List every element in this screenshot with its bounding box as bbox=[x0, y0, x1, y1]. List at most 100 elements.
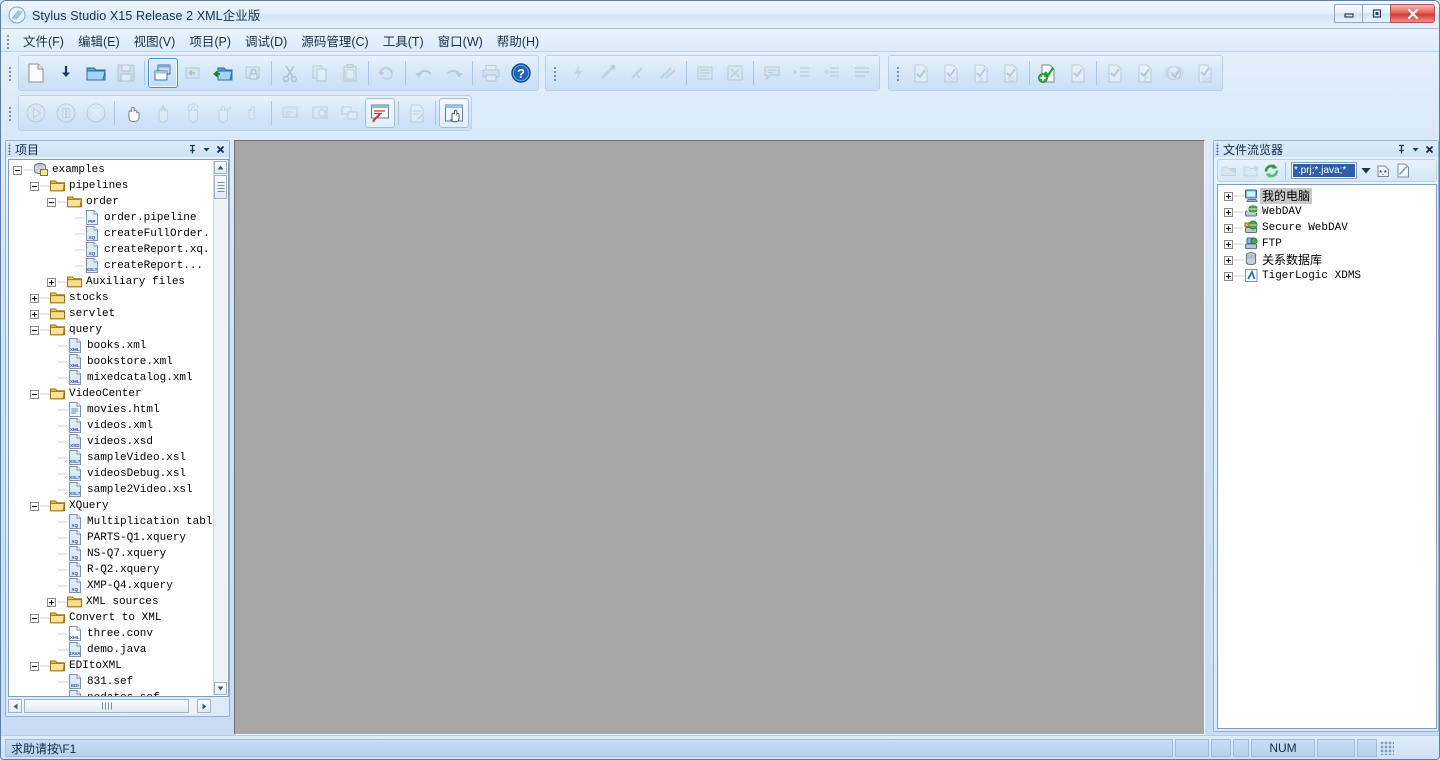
scroll-left-button[interactable] bbox=[8, 699, 22, 713]
project-tree-container[interactable]: examplespipelinesorderPIPorder.pipelineX… bbox=[8, 159, 229, 697]
debug-step-icon[interactable] bbox=[593, 58, 623, 88]
tree-item[interactable]: XQXMP-Q4.xquery bbox=[9, 578, 214, 594]
close-icon[interactable] bbox=[1422, 142, 1436, 156]
collapse-toggle-icon[interactable] bbox=[30, 390, 39, 399]
tree-item[interactable]: order bbox=[9, 194, 214, 210]
collapse-toggle-icon[interactable] bbox=[30, 662, 39, 671]
play-icon[interactable] bbox=[21, 98, 51, 128]
tree-item[interactable]: EDItoXML bbox=[9, 658, 214, 674]
tree-item[interactable]: EDI831.sef bbox=[9, 674, 214, 690]
scroll-up-button[interactable] bbox=[214, 161, 227, 174]
tree-item[interactable]: XSLTsampleVideo.xsl bbox=[9, 450, 214, 466]
new-connection-icon[interactable] bbox=[1218, 161, 1240, 181]
hand-pan-icon[interactable] bbox=[118, 98, 148, 128]
tree-item[interactable]: XMLmixedcatalog.xml bbox=[9, 370, 214, 386]
collapse-toggle-icon[interactable] bbox=[47, 198, 56, 207]
expand-toggle-icon[interactable] bbox=[1224, 192, 1233, 201]
tree-item[interactable]: XMLbooks.xml bbox=[9, 338, 214, 354]
expand-toggle-icon[interactable] bbox=[1224, 224, 1233, 233]
project-tree[interactable]: examplespipelinesorderPIPorder.pipelineX… bbox=[9, 160, 214, 696]
validate-mapping-icon[interactable]: M bbox=[966, 58, 996, 88]
collapse-toggle-icon[interactable] bbox=[13, 166, 22, 175]
chevron-down-icon[interactable] bbox=[199, 142, 213, 156]
tree-item[interactable]: XQuery bbox=[9, 498, 214, 514]
tree-item[interactable]: XQMultiplication tabl bbox=[9, 514, 214, 530]
expand-toggle-icon[interactable] bbox=[1224, 272, 1233, 281]
run-to-cursor-icon[interactable] bbox=[238, 98, 268, 128]
breakpoint-list-icon[interactable] bbox=[690, 58, 720, 88]
check-web-icon[interactable] bbox=[1160, 58, 1190, 88]
collapse-toggle-icon[interactable] bbox=[30, 614, 39, 623]
indent-icon[interactable] bbox=[787, 58, 817, 88]
output-window-icon[interactable] bbox=[275, 98, 305, 128]
window-back-icon[interactable] bbox=[178, 58, 208, 88]
scroll-thumb[interactable] bbox=[214, 175, 227, 199]
toolbar-grip-debug[interactable] bbox=[552, 65, 560, 81]
remove-validated-doc-icon[interactable] bbox=[1063, 58, 1093, 88]
show-all-files-icon[interactable]: *.* bbox=[1373, 161, 1393, 181]
toolbar-grip-validation[interactable] bbox=[895, 65, 903, 81]
menu-edit[interactable]: 编辑(E) bbox=[71, 29, 127, 53]
tree-item[interactable]: XQPARTS-Q1.xquery bbox=[9, 530, 214, 546]
tree-item[interactable]: Convert to XML bbox=[9, 610, 214, 626]
debug-step-over-icon[interactable] bbox=[623, 58, 653, 88]
cut-icon[interactable] bbox=[275, 58, 305, 88]
step-into-icon[interactable] bbox=[148, 98, 178, 128]
tree-item[interactable]: XMLthree.conv bbox=[9, 626, 214, 642]
menu-file[interactable]: 文件(F) bbox=[16, 29, 71, 53]
paste-icon[interactable] bbox=[335, 58, 365, 88]
expand-toggle-icon[interactable] bbox=[47, 598, 56, 607]
tree-item[interactable]: XSDvideos.xsd bbox=[9, 434, 214, 450]
open-folder-icon[interactable] bbox=[81, 58, 111, 88]
tree-item[interactable]: stocks bbox=[9, 290, 214, 306]
panel-grip[interactable] bbox=[7, 143, 13, 155]
stop-icon[interactable] bbox=[81, 98, 111, 128]
mdi-client-area[interactable] bbox=[234, 140, 1205, 735]
menu-help[interactable]: 帮助(H) bbox=[490, 29, 546, 53]
project-tree-hscrollbar[interactable] bbox=[8, 699, 211, 714]
tree-item[interactable]: Auxiliary files bbox=[9, 274, 214, 290]
menu-debug[interactable]: 调试(D) bbox=[238, 29, 294, 53]
scroll-right-button[interactable] bbox=[197, 699, 211, 713]
explorer-tree-item[interactable]: 我的电脑 bbox=[1218, 188, 1436, 204]
pause-icon[interactable] bbox=[51, 98, 81, 128]
tree-item[interactable]: JAVAdemo.java bbox=[9, 642, 214, 658]
select-hand-icon[interactable] bbox=[439, 98, 469, 128]
collapse-toggle-icon[interactable] bbox=[30, 182, 39, 191]
tree-item[interactable]: query bbox=[9, 322, 214, 338]
tree-item[interactable]: VideoCenter bbox=[9, 386, 214, 402]
expand-toggle-icon[interactable] bbox=[30, 310, 39, 319]
close-icon[interactable] bbox=[213, 142, 227, 156]
properties-icon[interactable] bbox=[1393, 161, 1413, 181]
menu-tools[interactable]: 工具(T) bbox=[376, 29, 431, 53]
run-lightning-icon[interactable] bbox=[563, 58, 593, 88]
explorer-tree-item[interactable]: FTP bbox=[1218, 236, 1436, 252]
pin-icon[interactable] bbox=[1394, 142, 1408, 156]
collapse-toggle-icon[interactable] bbox=[30, 502, 39, 511]
resize-grip[interactable] bbox=[1380, 741, 1394, 755]
restore-button[interactable] bbox=[1362, 4, 1391, 23]
tree-item[interactable]: pipelines bbox=[9, 178, 214, 194]
explorer-tree[interactable]: 我的电脑WebDAVSecure WebDAVFTP关系数据库TigerLogi… bbox=[1217, 184, 1437, 729]
menu-view[interactable]: 视图(V) bbox=[127, 29, 183, 53]
tree-item[interactable]: XML sources bbox=[9, 594, 214, 610]
check-batch-icon[interactable]: 888 bbox=[1190, 58, 1220, 88]
validate-document-icon[interactable] bbox=[906, 58, 936, 88]
refresh-icon[interactable] bbox=[1260, 161, 1282, 181]
outdent-icon[interactable] bbox=[817, 58, 847, 88]
menu-source-control[interactable]: 源码管理(C) bbox=[294, 29, 375, 53]
explorer-tree-item[interactable]: WebDAV bbox=[1218, 204, 1436, 220]
pin-icon[interactable] bbox=[185, 142, 199, 156]
window-lock-icon[interactable] bbox=[238, 58, 268, 88]
chevron-down-icon[interactable] bbox=[1408, 142, 1422, 156]
check-document-icon[interactable] bbox=[1100, 58, 1130, 88]
tree-item[interactable]: PIPorder.pipeline bbox=[9, 210, 214, 226]
panel-grip[interactable] bbox=[1215, 143, 1221, 155]
save-icon[interactable] bbox=[111, 58, 141, 88]
tree-item[interactable]: servlet bbox=[9, 306, 214, 322]
menubar-grip[interactable] bbox=[5, 33, 13, 49]
expand-toggle-icon[interactable] bbox=[47, 278, 56, 287]
tree-item[interactable]: XQNS-Q7.xquery bbox=[9, 546, 214, 562]
collapse-toggle-icon[interactable] bbox=[30, 326, 39, 335]
undo-redo-link-icon[interactable] bbox=[372, 58, 402, 88]
